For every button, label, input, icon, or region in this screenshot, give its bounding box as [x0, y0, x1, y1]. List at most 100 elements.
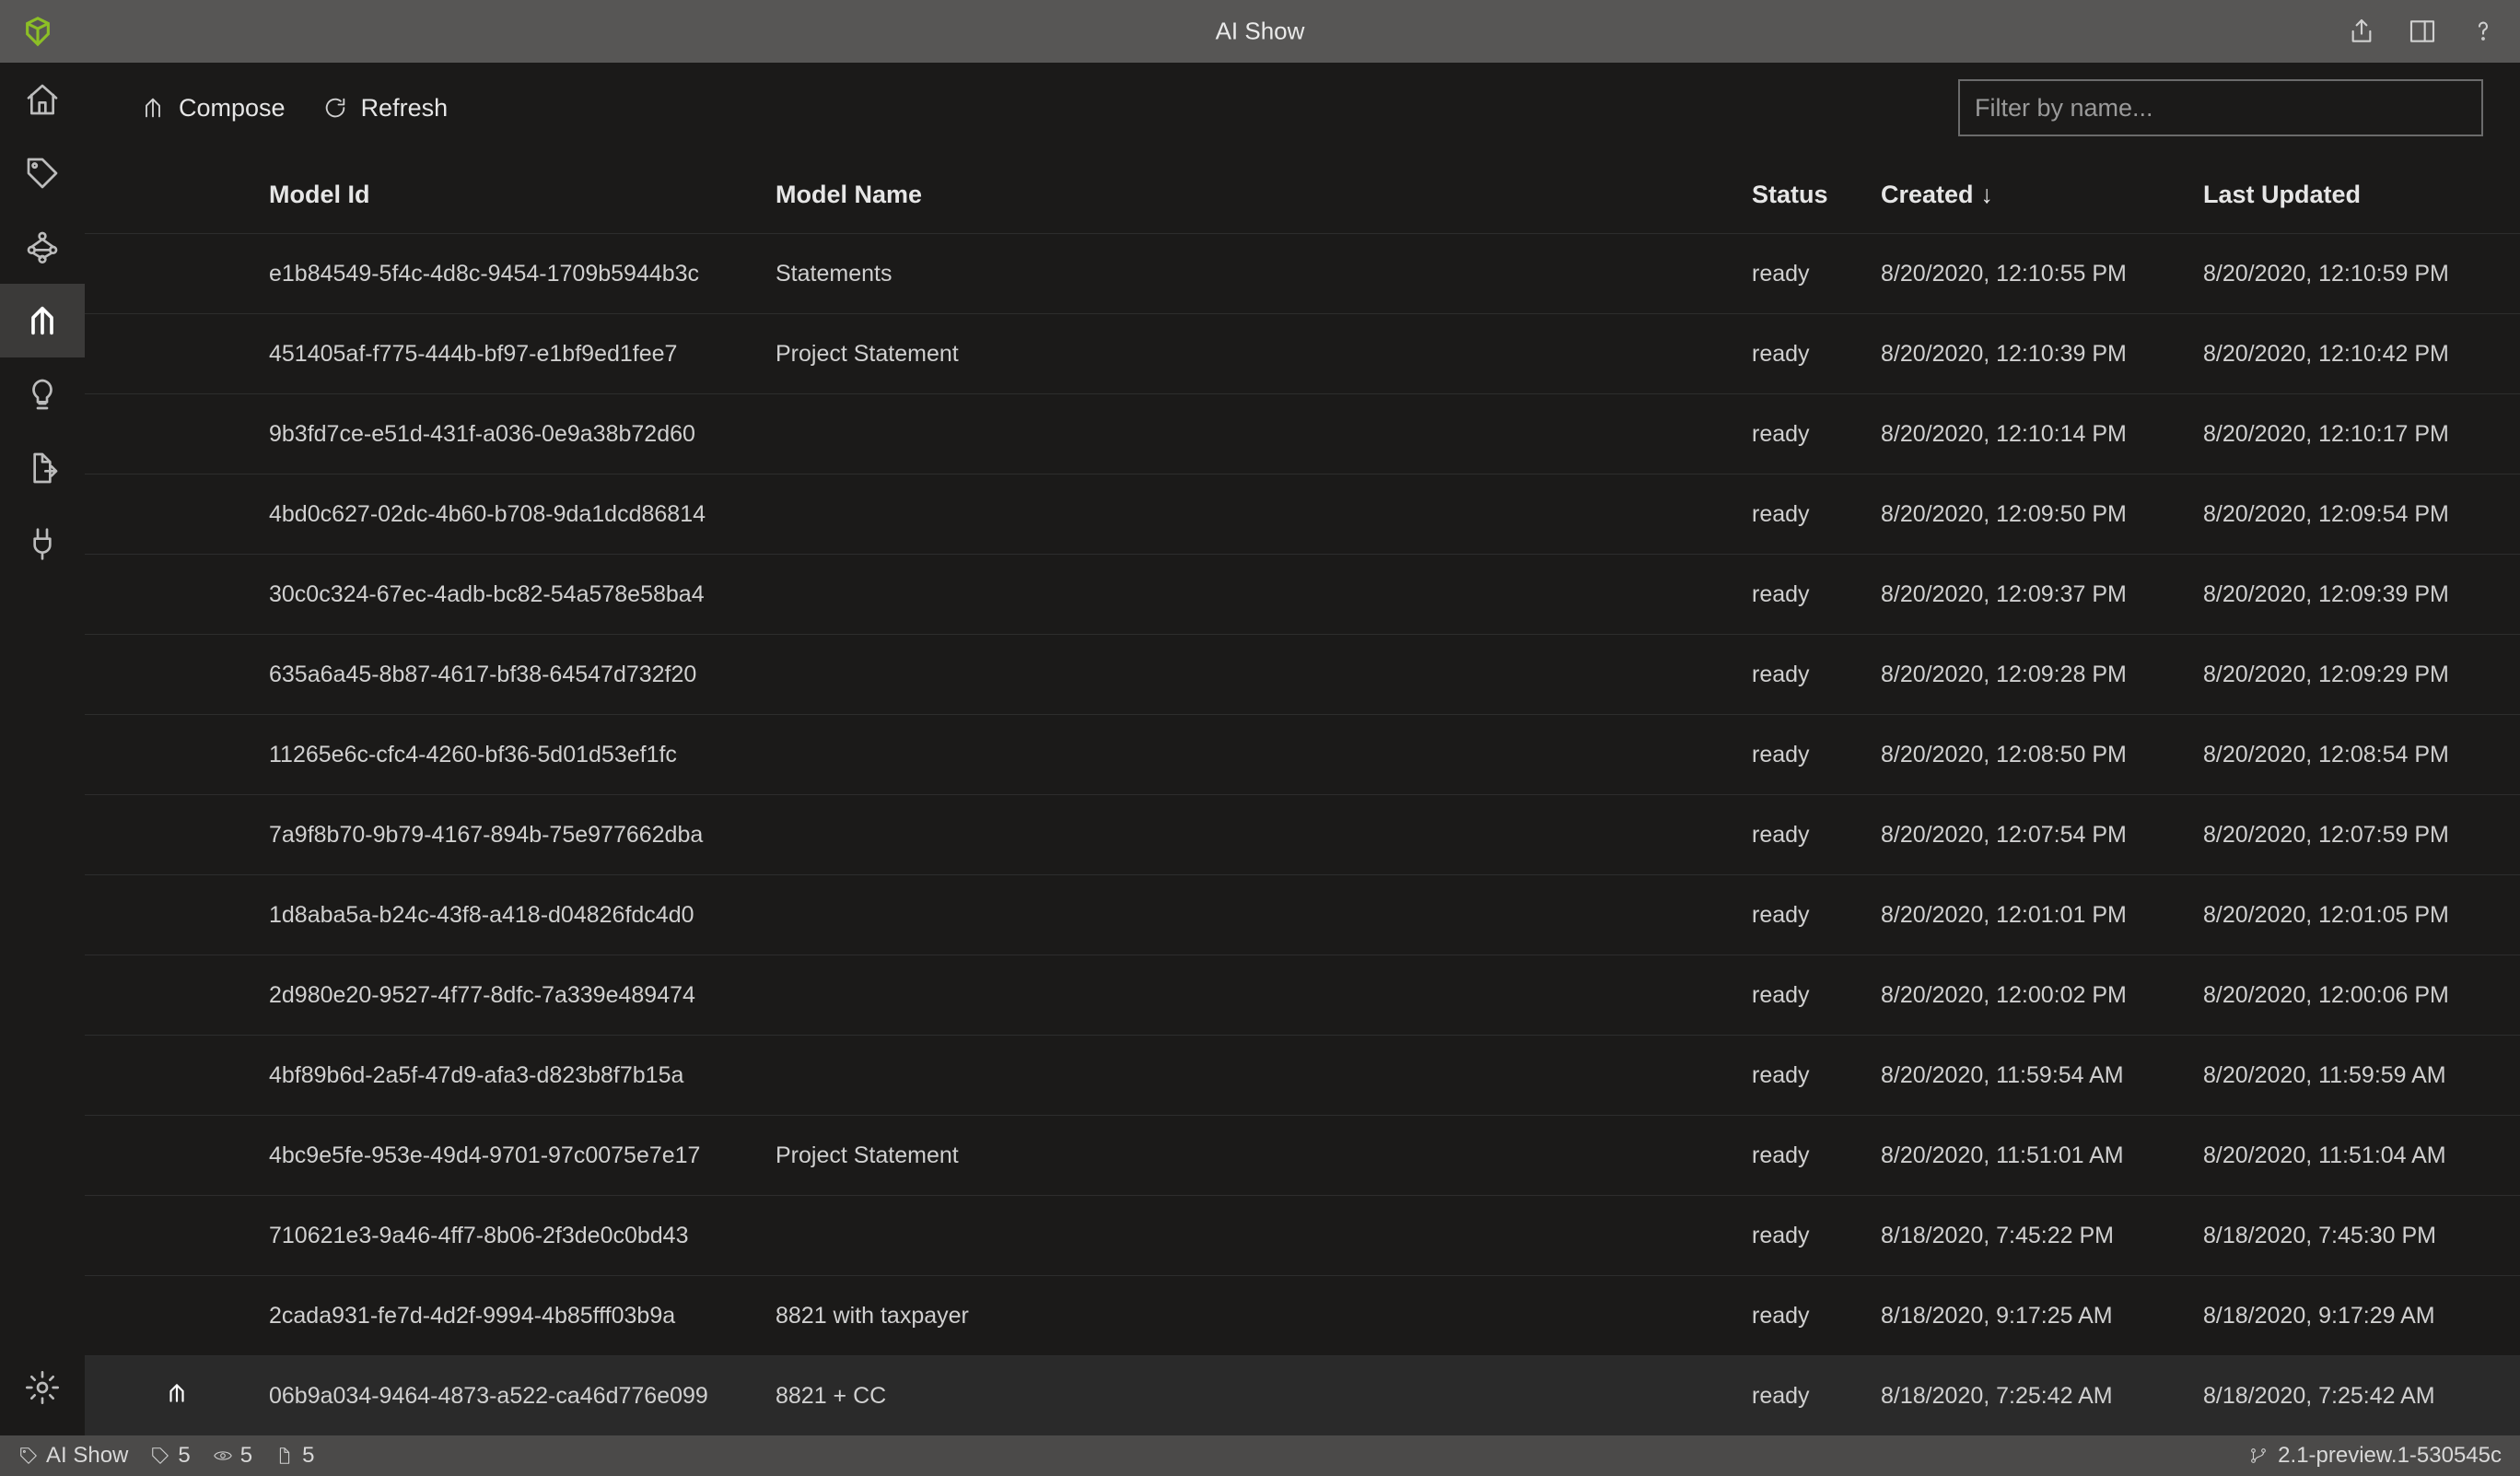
branch-icon — [2248, 1446, 2269, 1466]
filter-input[interactable] — [1958, 79, 2483, 136]
cell-model-name — [776, 955, 1752, 1036]
table-row[interactable]: 4bd0c627-02dc-4b60-b708-9da1dcd86814read… — [85, 474, 2520, 555]
cell-status: ready — [1752, 394, 1881, 474]
status-tags-count: 5 — [178, 1443, 190, 1469]
col-model-name[interactable]: Model Name — [776, 181, 1752, 234]
col-last-updated[interactable]: Last Updated — [2203, 181, 2520, 234]
cell-model-id: 2d980e20-9527-4f77-8dfc-7a339e489474 — [269, 955, 776, 1036]
cell-created: 8/20/2020, 12:09:50 PM — [1881, 474, 2203, 555]
row-handle — [85, 1116, 269, 1196]
toolbar: Compose Refresh — [85, 63, 2520, 153]
share-icon[interactable] — [2347, 17, 2376, 46]
status-project-label: AI Show — [46, 1443, 128, 1469]
status-project[interactable]: AI Show — [18, 1443, 128, 1469]
cell-status: ready — [1752, 234, 1881, 314]
panel-icon[interactable] — [2408, 17, 2437, 46]
cell-updated: 8/20/2020, 12:08:54 PM — [2203, 715, 2520, 795]
cell-status: ready — [1752, 955, 1881, 1036]
row-handle — [85, 1356, 269, 1436]
cell-updated: 8/20/2020, 12:10:42 PM — [2203, 314, 2520, 394]
cell-status: ready — [1752, 1276, 1881, 1356]
cell-created: 8/20/2020, 12:07:54 PM — [1881, 795, 2203, 875]
table-row[interactable]: 451405af-f775-444b-bf97-e1bf9ed1fee7Proj… — [85, 314, 2520, 394]
sidebar-item-home[interactable] — [0, 63, 85, 136]
titlebar: AI Show — [0, 0, 2520, 63]
cell-status: ready — [1752, 875, 1881, 955]
table-row[interactable]: 7a9f8b70-9b79-4167-894b-75e977662dbaread… — [85, 795, 2520, 875]
col-status[interactable]: Status — [1752, 181, 1881, 234]
statusbar: AI Show 5 5 5 2.1-preview.1-530545c — [0, 1435, 2520, 1476]
sidebar-item-export[interactable] — [0, 431, 85, 505]
cell-updated: 8/20/2020, 12:01:05 PM — [2203, 875, 2520, 955]
help-icon[interactable] — [2468, 17, 2498, 46]
project-icon — [18, 1446, 39, 1466]
table-row[interactable]: 4bc9e5fe-953e-49d4-9701-97c0075e7e17Proj… — [85, 1116, 2520, 1196]
cell-model-id: 11265e6c-cfc4-4260-bf36-5d01d53ef1fc — [269, 715, 776, 795]
row-handle — [85, 955, 269, 1036]
main: Compose Refresh Model — [85, 63, 2520, 1435]
status-docs-count: 5 — [302, 1443, 314, 1469]
col-created[interactable]: Created↓ — [1881, 181, 2203, 234]
table-row[interactable]: 1d8aba5a-b24c-43f8-a418-d04826fdc4d0read… — [85, 875, 2520, 955]
cell-model-id: 4bc9e5fe-953e-49d4-9701-97c0075e7e17 — [269, 1116, 776, 1196]
sidebar-item-insights[interactable] — [0, 357, 85, 431]
compose-button[interactable]: Compose — [140, 94, 286, 123]
cell-model-id: 710621e3-9a46-4ff7-8b06-2f3de0c0bd43 — [269, 1196, 776, 1276]
table-row[interactable]: 30c0c324-67ec-4adb-bc82-54a578e58ba4 read… — [85, 555, 2520, 635]
cell-created: 8/20/2020, 12:10:39 PM — [1881, 314, 2203, 394]
sort-arrow-icon: ↓ — [1981, 181, 1994, 208]
cell-model-name: Project Statement — [776, 1116, 1752, 1196]
cell-model-id: 9b3fd7ce-e51d-431f-a036-0e9a38b72d60 — [269, 394, 776, 474]
cell-model-id: 451405af-f775-444b-bf97-e1bf9ed1fee7 — [269, 314, 776, 394]
cell-created: 8/20/2020, 12:08:50 PM — [1881, 715, 2203, 795]
compose-icon — [140, 95, 166, 121]
cell-updated: 8/20/2020, 11:51:04 AM — [2203, 1116, 2520, 1196]
row-handle — [85, 715, 269, 795]
row-handle — [85, 1036, 269, 1116]
status-tags[interactable]: 5 — [150, 1443, 190, 1469]
cell-model-name: Statements — [776, 234, 1752, 314]
sidebar — [0, 63, 85, 1435]
table-row[interactable]: 4bf89b6d-2a5f-47d9-afa3-d823b8f7b15aread… — [85, 1036, 2520, 1116]
document-icon — [274, 1446, 295, 1466]
row-handle — [85, 394, 269, 474]
col-model-id[interactable]: Model Id — [269, 181, 776, 234]
table-row[interactable]: 11265e6c-cfc4-4260-bf36-5d01d53ef1fcread… — [85, 715, 2520, 795]
app-logo-icon — [22, 16, 53, 47]
cell-model-id: 30c0c324-67ec-4adb-bc82-54a578e58ba4 — [269, 555, 776, 635]
cell-model-name — [776, 1036, 1752, 1116]
sidebar-item-connections[interactable] — [0, 505, 85, 579]
cell-model-name: 8821 with taxpayer — [776, 1276, 1752, 1356]
cell-status: ready — [1752, 795, 1881, 875]
cell-created: 8/20/2020, 11:51:01 AM — [1881, 1116, 2203, 1196]
row-handle — [85, 635, 269, 715]
cell-status: ready — [1752, 1356, 1881, 1436]
compose-label: Compose — [179, 94, 286, 123]
cell-model-name — [776, 875, 1752, 955]
status-connections-count: 5 — [240, 1443, 252, 1469]
sidebar-item-compose[interactable] — [0, 284, 85, 357]
status-version[interactable]: 2.1-preview.1-530545c — [2248, 1443, 2502, 1469]
table-row[interactable]: e1b84549-5f4c-4d8c-9454-1709b5944b3cStat… — [85, 234, 2520, 314]
eye-icon — [213, 1446, 233, 1466]
row-handle — [85, 314, 269, 394]
cell-model-id: 2cada931-fe7d-4d2f-9994-4b85fff03b9a — [269, 1276, 776, 1356]
table-row[interactable]: 9b3fd7ce-e51d-431f-a036-0e9a38b72d60 read… — [85, 394, 2520, 474]
table-row[interactable]: 2d980e20-9527-4f77-8dfc-7a339e489474 read… — [85, 955, 2520, 1036]
sidebar-item-settings[interactable] — [0, 1351, 85, 1424]
table-row[interactable]: 06b9a034-9464-4873-a522-ca46d776e0998821… — [85, 1356, 2520, 1436]
models-table-wrap: Model Id Model Name Status Created↓ Last… — [85, 153, 2520, 1435]
cell-updated: 8/20/2020, 12:07:59 PM — [2203, 795, 2520, 875]
models-table: Model Id Model Name Status Created↓ Last… — [85, 181, 2520, 1435]
sidebar-item-tags[interactable] — [0, 136, 85, 210]
table-row[interactable]: 710621e3-9a46-4ff7-8b06-2f3de0c0bd43read… — [85, 1196, 2520, 1276]
cell-status: ready — [1752, 555, 1881, 635]
table-row[interactable]: 635a6a45-8b87-4617-bf38-64547d732f20read… — [85, 635, 2520, 715]
table-row[interactable]: 2cada931-fe7d-4d2f-9994-4b85fff03b9a8821… — [85, 1276, 2520, 1356]
status-connections[interactable]: 5 — [213, 1443, 252, 1469]
status-docs[interactable]: 5 — [274, 1443, 314, 1469]
sidebar-item-graph[interactable] — [0, 210, 85, 284]
cell-model-id: 4bd0c627-02dc-4b60-b708-9da1dcd86814 — [269, 474, 776, 555]
cell-created: 8/18/2020, 7:45:22 PM — [1881, 1196, 2203, 1276]
refresh-button[interactable]: Refresh — [322, 94, 449, 123]
